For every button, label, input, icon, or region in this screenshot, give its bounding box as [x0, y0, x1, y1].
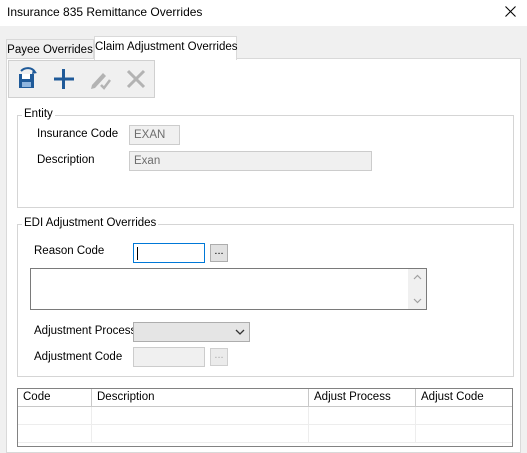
title-bar: Insurance 835 Remittance Overrides	[0, 0, 527, 26]
close-icon	[505, 6, 516, 17]
cell-description	[92, 407, 309, 425]
toolbar	[8, 60, 155, 98]
cell-adjust-code	[416, 407, 512, 425]
description-label: Description	[37, 154, 95, 166]
tab-label: Payee Overrides	[7, 44, 93, 56]
description-value: Exan	[134, 155, 161, 167]
cell-adjust-process	[309, 407, 416, 425]
tab-claim-adjustment-overrides[interactable]: Claim Adjustment Overrides	[94, 36, 238, 60]
column-header-adjust-process[interactable]: Adjust Process	[309, 389, 416, 406]
adjustment-code-label: Adjustment Code	[34, 351, 123, 363]
column-header-description[interactable]: Description	[92, 389, 309, 406]
close-button[interactable]	[495, 0, 527, 24]
table-row[interactable]	[18, 425, 512, 443]
reason-code-browse-button[interactable]: ...	[210, 244, 228, 262]
cell-code	[18, 425, 92, 443]
insurance-code-label: Insurance Code	[37, 128, 119, 140]
table-row[interactable]	[18, 407, 512, 425]
insurance-code-field[interactable]: EXAN	[129, 125, 180, 145]
delete-icon	[126, 69, 146, 89]
description-field[interactable]: Exan	[129, 151, 372, 171]
adjustment-process-label: Adjustment Process	[34, 325, 137, 337]
adjustment-code-input[interactable]	[133, 347, 205, 367]
text-cursor	[137, 247, 138, 260]
adjustment-code-browse-button[interactable]: ...	[210, 348, 228, 366]
window-title: Insurance 835 Remittance Overrides	[7, 5, 203, 19]
column-header-adjust-code[interactable]: Adjust Code	[416, 389, 512, 406]
cell-description	[92, 425, 309, 443]
insurance-code-value: EXAN	[134, 129, 166, 141]
column-header-code[interactable]: Code	[18, 389, 92, 406]
save-button[interactable]	[14, 65, 42, 93]
edit-icon	[91, 73, 111, 90]
overrides-grid[interactable]: Code Description Adjust Process Adjust C…	[17, 388, 513, 447]
add-icon	[54, 69, 74, 89]
scroll-up-icon	[413, 274, 422, 280]
edit-button[interactable]	[86, 65, 114, 93]
tab-label: Claim Adjustment Overrides	[95, 41, 238, 53]
scroll-down-icon	[413, 298, 422, 304]
tab-payee-overrides[interactable]: Payee Overrides	[6, 39, 94, 59]
reason-code-label: Reason Code	[34, 245, 105, 257]
vertical-scrollbar[interactable]	[408, 269, 426, 309]
save-icon	[19, 67, 37, 88]
reason-code-input[interactable]	[133, 243, 205, 263]
cell-adjust-code	[416, 425, 512, 443]
add-button[interactable]	[50, 65, 78, 93]
delete-button[interactable]	[122, 65, 150, 93]
cell-code	[18, 407, 92, 425]
chevron-down-icon	[235, 329, 245, 335]
edi-group-label: EDI Adjustment Overrides	[22, 217, 159, 229]
adjustment-process-select[interactable]	[133, 322, 250, 342]
cell-adjust-process	[309, 425, 416, 443]
grid-header: Code Description Adjust Process Adjust C…	[18, 389, 512, 407]
entity-group-label: Entity	[22, 108, 55, 120]
reason-description-box[interactable]	[30, 268, 427, 310]
